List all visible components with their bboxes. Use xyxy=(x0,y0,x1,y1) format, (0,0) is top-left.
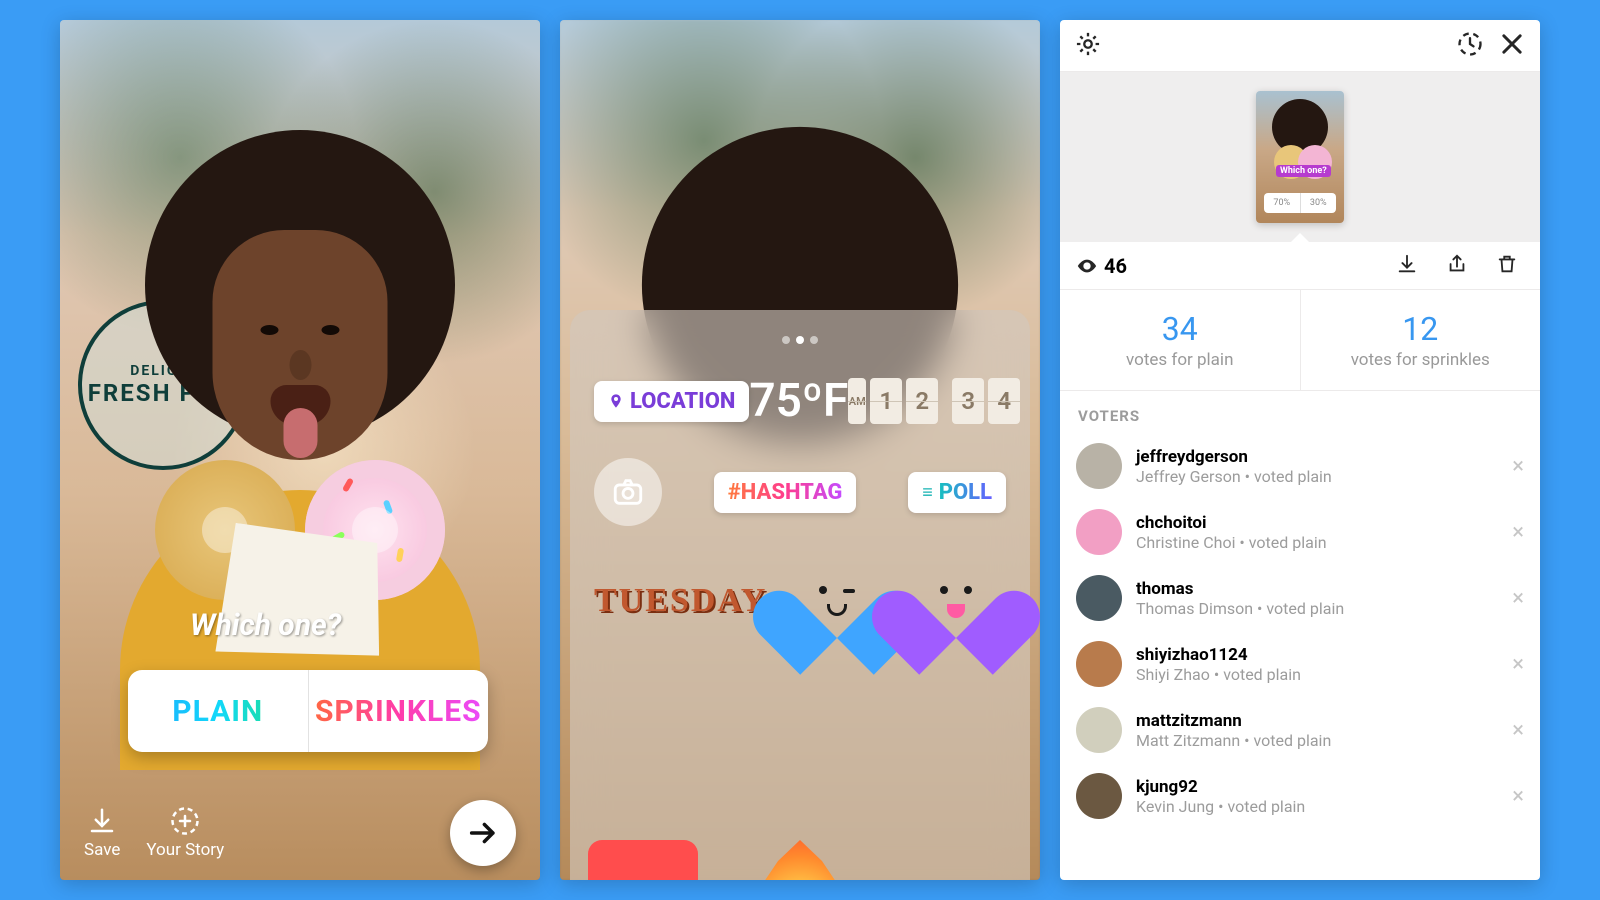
dismiss-icon[interactable]: × xyxy=(1512,454,1524,479)
hashtag-label: #HASHTAG xyxy=(728,480,843,505)
avatar xyxy=(1076,509,1122,555)
story-editor-screen: DELICIO FRESH PIES xyxy=(60,20,540,880)
save-button[interactable]: Save xyxy=(84,806,120,860)
voter-subtitle: Kevin Jung • voted plain xyxy=(1136,797,1498,816)
avatar xyxy=(1076,773,1122,819)
next-button[interactable] xyxy=(450,800,516,866)
clock-sticker[interactable]: AM 1 2 3 4 xyxy=(848,378,1020,424)
poll-question[interactable]: Which one? xyxy=(190,608,341,643)
poll-option-b[interactable]: SPRINKLES xyxy=(309,670,489,752)
poll-results-screen: Which one? 70%30% 46 34 votes for plain … xyxy=(1060,20,1540,880)
voter-subtitle: Matt Zitzmann • voted plain xyxy=(1136,731,1498,750)
voter-username: kjung92 xyxy=(1136,777,1498,797)
boomerang-icon[interactable] xyxy=(1456,30,1484,62)
voter-username: mattzitzmann xyxy=(1136,711,1498,731)
votes-plain: 34 votes for plain xyxy=(1060,290,1300,390)
dismiss-icon[interactable]: × xyxy=(1512,652,1524,677)
share-icon[interactable] xyxy=(1446,253,1474,279)
temperature-sticker[interactable]: 75ºF xyxy=(749,374,848,428)
heart-purple-sticker[interactable] xyxy=(906,556,1006,646)
voter-row[interactable]: mattzitzmannMatt Zitzmann • voted plain × xyxy=(1060,697,1540,763)
download-icon[interactable] xyxy=(1396,253,1424,279)
poll-label: POLL xyxy=(939,480,992,505)
avatar xyxy=(1076,443,1122,489)
dismiss-icon[interactable]: × xyxy=(1512,520,1524,545)
voter-username: jeffreydgerson xyxy=(1136,447,1498,467)
your-story-label: Your Story xyxy=(146,840,224,860)
day-sticker[interactable]: TUESDAY xyxy=(594,582,767,620)
eye-icon xyxy=(1076,255,1098,277)
close-icon[interactable] xyxy=(1498,30,1526,62)
selfie-sticker[interactable] xyxy=(594,458,662,526)
voter-row[interactable]: chchoitoiChristine Choi • voted plain × xyxy=(1060,499,1540,565)
voter-row[interactable]: kjung92Kevin Jung • voted plain × xyxy=(1060,763,1540,829)
vote-summary: 34 votes for plain 12 votes for sprinkle… xyxy=(1060,290,1540,391)
stats-bar: 46 xyxy=(1060,242,1540,290)
voter-username: thomas xyxy=(1136,579,1498,599)
voters-header: VOTERS xyxy=(1060,391,1540,433)
sticker-tray[interactable]: LOCATION 75ºF AM 1 2 3 4 #HASHTAG ≡ POLL xyxy=(570,310,1030,880)
voter-subtitle: Thomas Dimson • voted plain xyxy=(1136,599,1498,618)
avatar xyxy=(1076,707,1122,753)
tray-next-row-peek: glam xyxy=(588,840,1012,880)
voter-subtitle: Shiyi Zhao • voted plain xyxy=(1136,665,1498,684)
your-story-button[interactable]: Your Story xyxy=(146,806,224,860)
dismiss-icon[interactable]: × xyxy=(1512,718,1524,743)
voters-list[interactable]: jeffreydgersonJeffrey Gerson • voted pla… xyxy=(1060,433,1540,829)
dismiss-icon[interactable]: × xyxy=(1512,784,1524,809)
voter-row[interactable]: jeffreydgersonJeffrey Gerson • voted pla… xyxy=(1060,433,1540,499)
location-label: LOCATION xyxy=(630,389,735,414)
voter-subtitle: Jeffrey Gerson • voted plain xyxy=(1136,467,1498,486)
person xyxy=(145,130,455,440)
voter-username: shiyizhao1124 xyxy=(1136,645,1498,665)
voter-row[interactable]: shiyizhao1124Shiyi Zhao • voted plain × xyxy=(1060,631,1540,697)
votes-sprinkles: 12 votes for sprinkles xyxy=(1300,290,1541,390)
poll-option-a[interactable]: PLAIN xyxy=(128,670,309,752)
dismiss-icon[interactable]: × xyxy=(1512,586,1524,611)
voter-row[interactable]: thomasThomas Dimson • voted plain × xyxy=(1060,565,1540,631)
view-count: 46 xyxy=(1104,254,1127,278)
poll-sticker-option[interactable]: ≡ POLL xyxy=(908,472,1006,513)
results-topbar xyxy=(1060,20,1540,72)
settings-icon[interactable] xyxy=(1074,30,1102,62)
save-label: Save xyxy=(84,840,120,860)
avatar xyxy=(1076,575,1122,621)
editor-bottombar: Save Your Story xyxy=(60,800,540,866)
story-thumbnail[interactable]: Which one? 70%30% xyxy=(1256,91,1344,223)
tray-page-dots xyxy=(772,336,828,344)
heart-blue-sticker[interactable] xyxy=(787,556,887,646)
sticker-tray-screen: LOCATION 75ºF AM 1 2 3 4 #HASHTAG ≡ POLL xyxy=(560,20,1040,880)
voter-username: chchoitoi xyxy=(1136,513,1498,533)
avatar xyxy=(1076,641,1122,687)
poll-sticker[interactable]: PLAIN SPRINKLES xyxy=(128,670,488,752)
poll-icon: ≡ xyxy=(922,482,933,503)
hashtag-sticker[interactable]: #HASHTAG xyxy=(714,472,857,513)
voter-subtitle: Christine Choi • voted plain xyxy=(1136,533,1498,552)
location-sticker[interactable]: LOCATION xyxy=(594,381,749,422)
trash-icon[interactable] xyxy=(1496,253,1524,279)
story-thumbnail-area: Which one? 70%30% xyxy=(1060,72,1540,242)
